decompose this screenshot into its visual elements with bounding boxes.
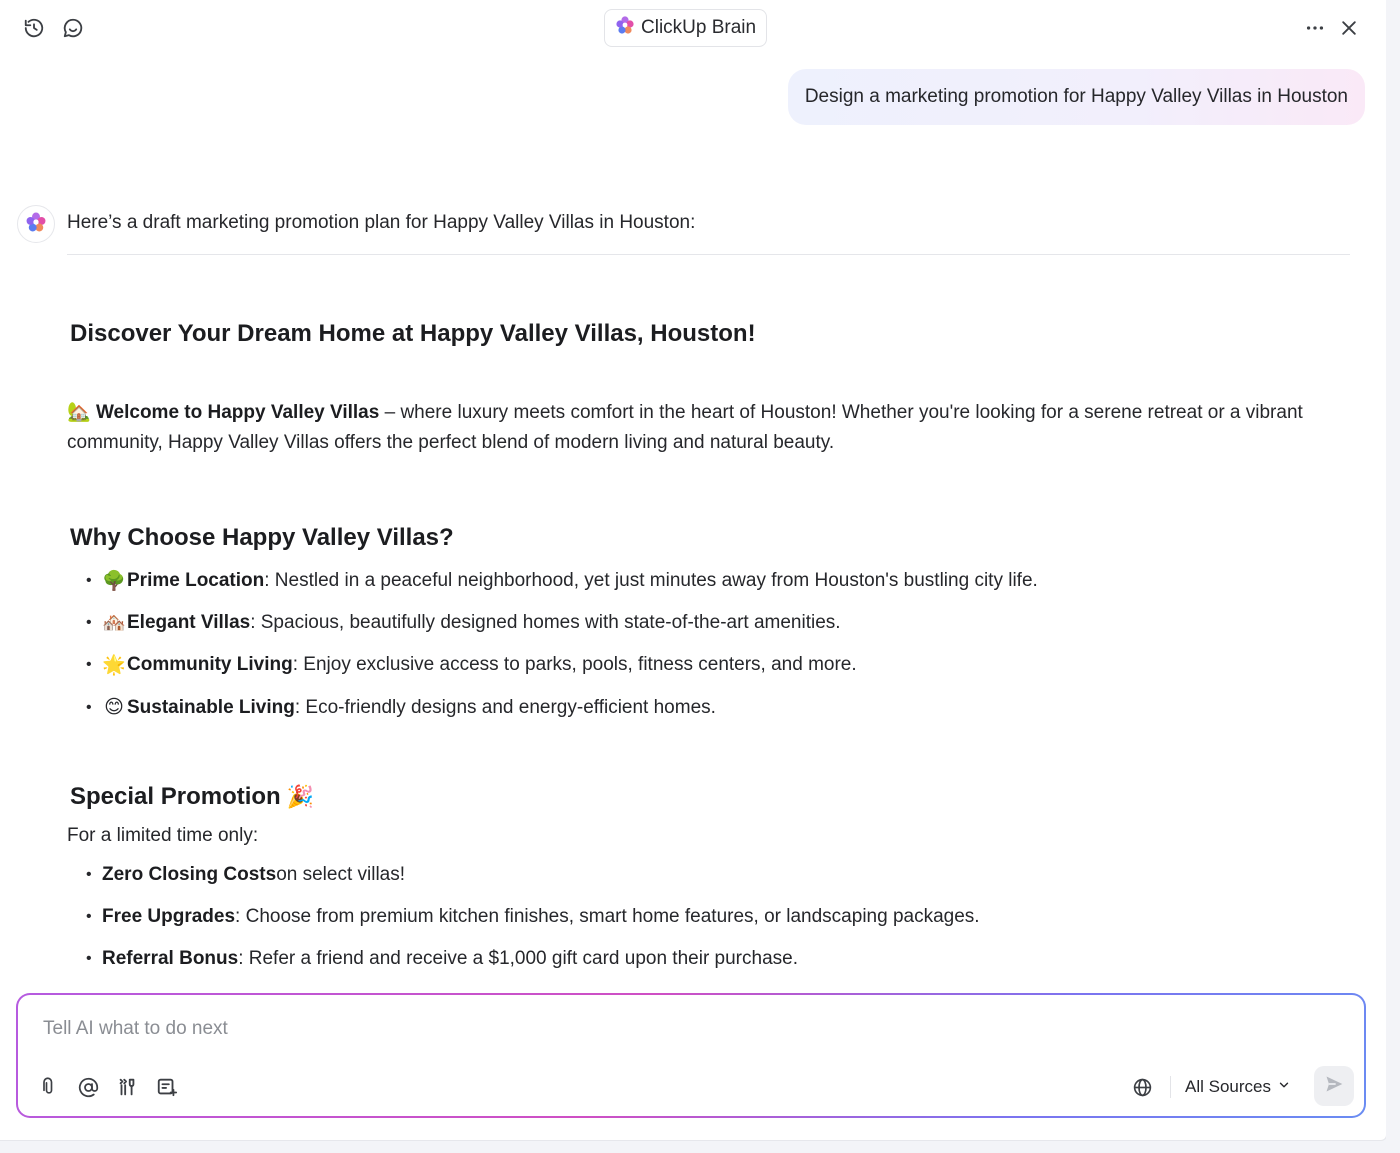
sources-dropdown[interactable]: All Sources	[1185, 1075, 1291, 1099]
toolbar-separator	[1170, 1076, 1171, 1098]
brain-tools-icon[interactable]	[114, 1074, 140, 1100]
houses-emoji: 🏘️	[102, 613, 126, 634]
composer: All Sources	[16, 993, 1366, 1118]
list-item: • 🌟 Community Living: Enjoy exclusive ac…	[86, 654, 857, 676]
history-icon[interactable]	[20, 14, 48, 42]
promo-intro: For a limited time only:	[67, 825, 259, 846]
promo-heading-text: Special Promotion	[70, 783, 281, 810]
list-item: • Zero Closing Costs on select villas!	[86, 864, 406, 885]
title-pill: ClickUp Brain	[604, 9, 768, 47]
mention-icon[interactable]	[75, 1074, 101, 1100]
list-item: • 😊 Sustainable Living: Eco-friendly des…	[86, 696, 716, 719]
more-icon[interactable]	[1301, 14, 1329, 42]
list-item: • 🌳 Prime Location: Nestled in a peacefu…	[86, 570, 1038, 592]
close-icon[interactable]	[1335, 14, 1363, 42]
list-item-text: : Nestled in a peaceful neighborhood, ye…	[264, 570, 1038, 591]
sources-label: All Sources	[1185, 1077, 1271, 1096]
user-message-bubble: Design a marketing promotion for Happy V…	[787, 69, 1365, 125]
list-item-text: : Spacious, beautifully designed homes w…	[250, 612, 841, 633]
globe-icon[interactable]	[1129, 1074, 1155, 1100]
list-item-text: : Refer a friend and receive a $1,000 gi…	[238, 948, 798, 969]
headline: Discover Your Dream Home at Happy Valley…	[70, 320, 756, 348]
ai-intro-text: Here’s a draft marketing promotion plan …	[67, 212, 696, 233]
attach-icon[interactable]	[36, 1074, 62, 1100]
party-emoji: 🎉	[286, 784, 315, 809]
clickup-brain-avatar-icon	[25, 211, 47, 238]
ai-avatar	[17, 205, 55, 243]
star-emoji: 🌟	[102, 655, 126, 676]
clickup-brain-logo-icon	[615, 15, 635, 41]
promo-heading: Special Promotion 🎉	[70, 783, 314, 811]
list-item-text: on select villas!	[276, 864, 406, 885]
list-item-bold: Prime Location	[127, 570, 265, 591]
why-heading: Why Choose Happy Valley Villas?	[70, 524, 454, 552]
prompt-input[interactable]	[43, 1015, 943, 1043]
list-item: • Referral Bonus: Refer a friend and rec…	[86, 948, 798, 969]
list-item-bold: Community Living	[127, 654, 293, 675]
page-scrollbar[interactable]	[1386, 0, 1400, 1153]
list-item-bold: Zero Closing Costs	[102, 864, 277, 885]
headline-text: Discover Your Dream Home at Happy Valley…	[70, 320, 756, 347]
new-chat-icon[interactable]	[59, 14, 87, 42]
list-item-bold: Elegant Villas	[127, 612, 251, 633]
user-message-text: Design a marketing promotion for Happy V…	[804, 86, 1348, 107]
divider	[67, 254, 1350, 255]
list-item-bold: Referral Bonus	[102, 948, 239, 969]
list-item-text: : Choose from premium kitchen finishes, …	[235, 906, 980, 927]
panel-title: ClickUp Brain	[641, 17, 757, 38]
brain-panel: ClickUp Brain Design a marketing promoti…	[0, 0, 1387, 1141]
list-item: • 🏘️ Elegant Villas: Spacious, beautiful…	[86, 612, 841, 634]
house-emoji: 🏡	[67, 402, 91, 423]
list-item: • Free Upgrades: Choose from premium kit…	[86, 906, 980, 927]
welcome-bold: Welcome to Happy Valley Villas	[95, 402, 380, 423]
list-item-text: : Enjoy exclusive access to parks, pools…	[292, 654, 857, 675]
chevron-down-icon	[1277, 1077, 1291, 1097]
welcome-paragraph: 🏡 Welcome to Happy Valley Villas – where…	[67, 398, 1357, 458]
why-heading-text: Why Choose Happy Valley Villas?	[70, 524, 454, 551]
list-item-bold: Free Upgrades	[102, 906, 236, 927]
send-button[interactable]	[1314, 1066, 1354, 1106]
template-icon[interactable]	[154, 1074, 180, 1100]
list-item-bold: Sustainable Living	[127, 696, 295, 718]
list-item-text: : Eco-friendly designs and energy-effici…	[294, 696, 716, 718]
smile-emoji: 😊	[104, 697, 124, 718]
send-icon	[1324, 1074, 1344, 1099]
tree-emoji: 🌳	[102, 571, 126, 592]
composer-inner: All Sources	[18, 995, 1364, 1116]
